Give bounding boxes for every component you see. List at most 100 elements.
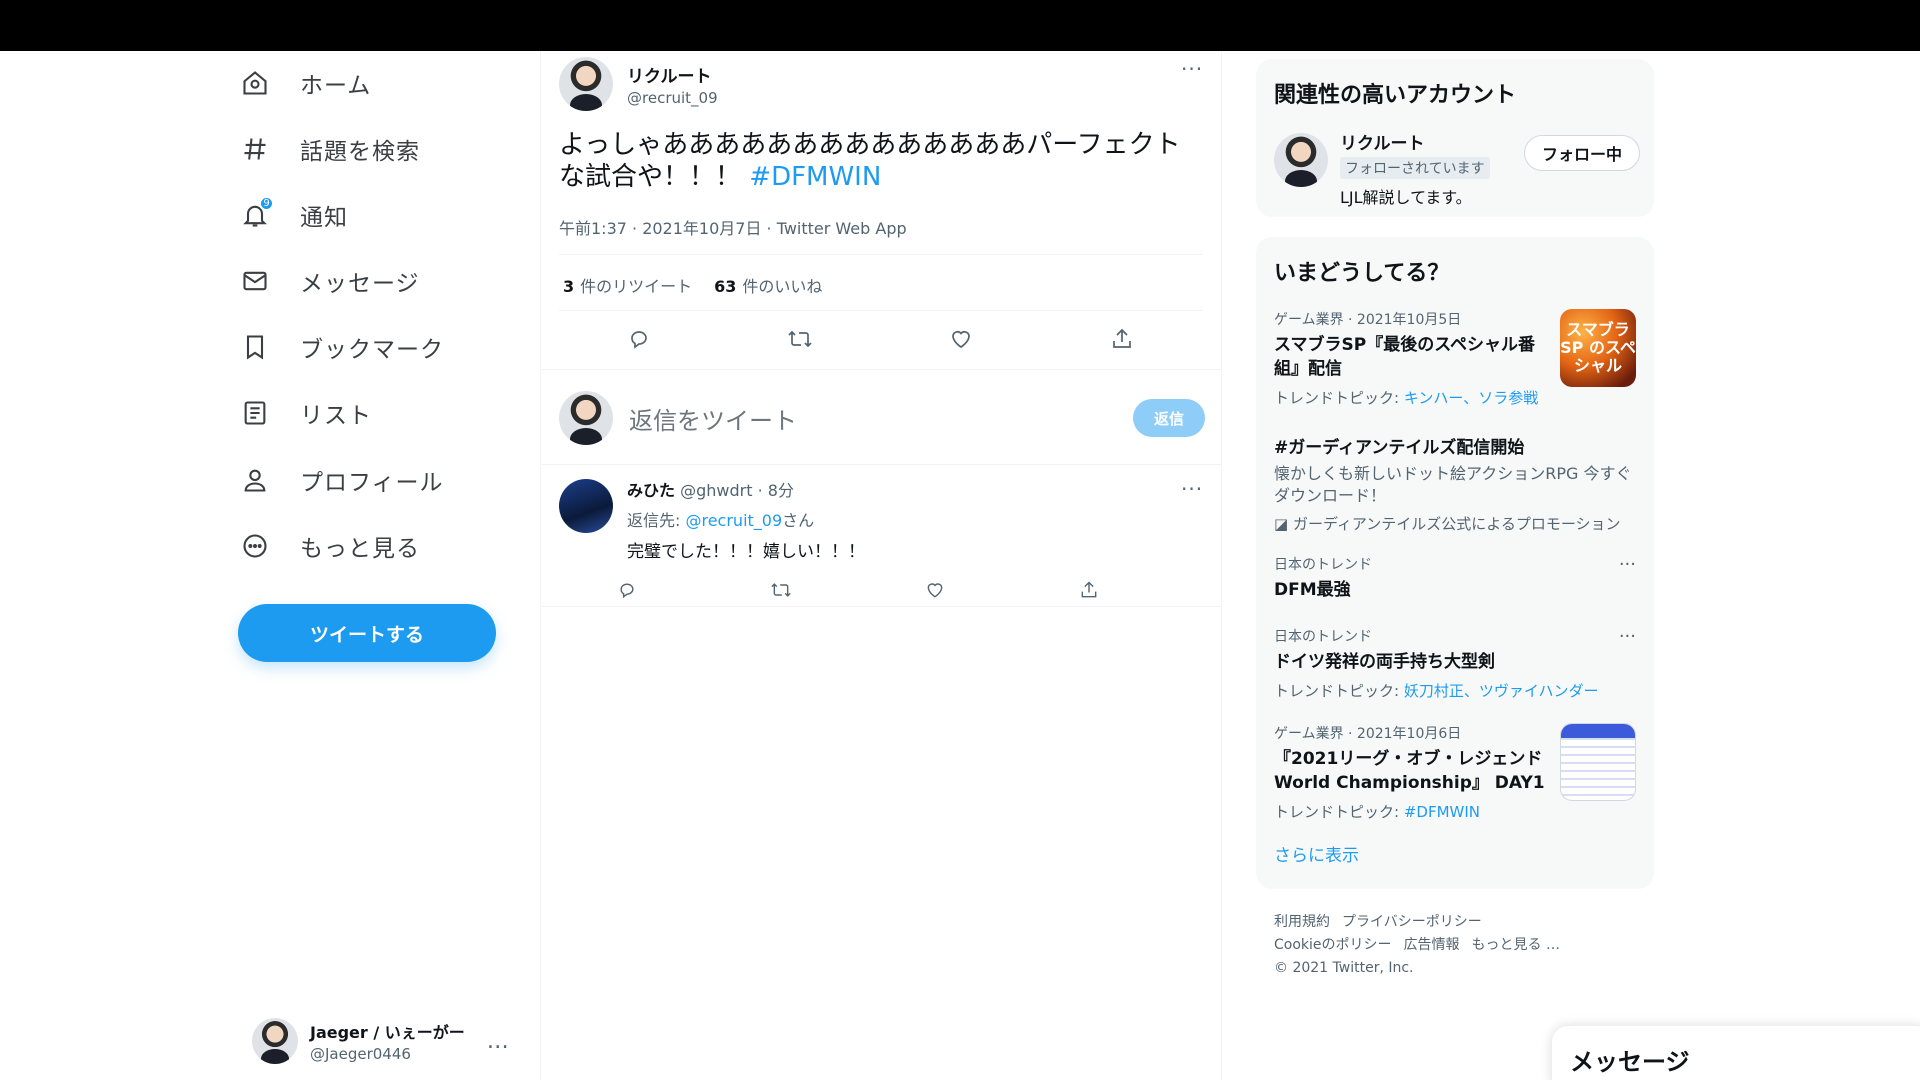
related-accounts-card: 関連性の高いアカウント リクルート フォローされています LJL解説してます。 … xyxy=(1256,59,1654,217)
reply-input[interactable]: 返信をツイート xyxy=(629,401,797,436)
avatar[interactable] xyxy=(559,57,613,111)
trend-topic-links[interactable]: 妖刀村正、ツヴァイハンダー xyxy=(1404,682,1599,700)
promoted-label: ◪ ガーディアンテイルズ公式によるプロモーション xyxy=(1274,515,1621,533)
like-stat[interactable]: 63 件のいいね xyxy=(714,273,822,297)
footer-link[interactable]: Cookieのポリシー xyxy=(1274,937,1392,953)
nav-item-explore[interactable]: 話題を検索 xyxy=(238,124,420,174)
trend-thumbnail xyxy=(1560,723,1636,801)
footer-link[interactable]: 広告情報 xyxy=(1404,937,1460,953)
nav-label: リスト xyxy=(300,403,372,429)
notification-badge: 9 xyxy=(259,196,274,211)
trend-title: スマブラSP『最後のスペシャル番組』配信 xyxy=(1274,335,1536,379)
avatar[interactable] xyxy=(1274,133,1328,187)
author-handle[interactable]: @recruit_09 xyxy=(627,89,718,107)
nav-item-more[interactable]: もっと見る xyxy=(238,521,420,571)
nav-item-lists[interactable]: リスト xyxy=(238,388,372,438)
reply-author[interactable]: みひた @ghwdrt · 8分 xyxy=(627,477,1197,501)
reply-composer[interactable]: 返信をツイート 返信 xyxy=(559,384,1205,452)
tweet-text: よっしゃああああああああああああああパーフェクトな試合や！！！ #DFMWIN xyxy=(559,129,1199,193)
messages-drawer-title[interactable]: メッセージ xyxy=(1570,1042,1690,1077)
share-icon[interactable] xyxy=(1102,319,1142,359)
author-display-name[interactable]: リクルート xyxy=(627,62,718,87)
nav-label: 話題を検索 xyxy=(300,139,420,165)
reply-to-link[interactable]: @recruit_09 xyxy=(685,511,782,530)
reply-to: 返信先: @recruit_09さん xyxy=(627,511,815,530)
trend-item-promoted[interactable]: #ガーディアンテイルズ配信開始 懐かしくも新しいドット絵アクションRPG 今すぐ… xyxy=(1274,432,1636,534)
trend-item[interactable]: ゲーム業界 · 2021年10月6日 『2021リーグ・オブ・レジェンド Wor… xyxy=(1274,723,1636,822)
hashtag-link[interactable]: #DFMWIN xyxy=(749,162,881,192)
share-icon[interactable] xyxy=(1069,570,1109,610)
trend-topic-links[interactable]: キンハー、ソラ参戦 xyxy=(1404,389,1538,407)
card-title: 関連性の高いアカウント xyxy=(1274,83,1517,108)
browser-top-bar xyxy=(0,0,1920,51)
nav-item-bookmarks[interactable]: ブックマーク xyxy=(238,322,444,372)
trend-category: 日本のトレンド xyxy=(1274,557,1372,573)
nav-item-profile[interactable]: プロフィール xyxy=(238,455,444,505)
reply-icon[interactable] xyxy=(607,570,647,610)
related-bio: LJL解説してます。 xyxy=(1340,188,1472,207)
trend-topic: トレンドトピック: キンハー、ソラ参戦 xyxy=(1274,389,1539,407)
account-switcher[interactable]: Jaeger / いぇーがー @Jaeger0446 … xyxy=(252,1011,512,1071)
reply-button[interactable]: 返信 xyxy=(1133,399,1205,437)
card-title: いまどうしてる？ xyxy=(1274,261,1450,286)
trend-title: ドイツ発祥の両手持ち大型剣 xyxy=(1274,652,1495,672)
reply-more-icon[interactable]: ··· xyxy=(1181,477,1203,501)
footer-link[interactable]: もっと見る … xyxy=(1472,937,1560,953)
reply-icon[interactable] xyxy=(619,319,659,359)
more-circle-icon xyxy=(238,529,272,563)
nav-item-notifications[interactable]: 9 通知 xyxy=(238,190,348,240)
more-icon[interactable]: … xyxy=(487,1029,509,1054)
tweet-actions xyxy=(541,319,1223,369)
trend-title: 『2021リーグ・オブ・レジェンド World Championship』 DA… xyxy=(1274,749,1545,793)
trend-more-icon[interactable]: ··· xyxy=(1619,554,1636,575)
account-display-name: Jaeger / いぇーがー xyxy=(310,1023,465,1042)
related-display-name[interactable]: リクルート xyxy=(1340,129,1490,154)
retweet-stat[interactable]: 3 件のリツイート xyxy=(563,273,692,297)
avatar xyxy=(559,391,613,445)
divider xyxy=(559,254,1203,255)
divider xyxy=(541,369,1221,370)
trend-item[interactable]: ゲーム業界 · 2021年10月5日 スマブラSP『最後のスペシャル番組』配信 … xyxy=(1274,309,1636,408)
user-icon xyxy=(238,463,272,497)
tweet-detail-column: リクルート @recruit_09 ··· よっしゃああああああああああああああ… xyxy=(540,51,1222,1080)
follows-you-badge: フォローされています xyxy=(1340,157,1490,179)
like-icon[interactable] xyxy=(941,319,981,359)
footer-link[interactable]: 利用規約 xyxy=(1274,914,1330,930)
nav-item-messages[interactable]: メッセージ xyxy=(238,256,420,306)
related-account[interactable]: リクルート フォローされています LJL解説してます。 フォロー中 xyxy=(1274,129,1640,209)
retweet-icon[interactable] xyxy=(780,319,820,359)
reply-display-name[interactable]: みひた xyxy=(627,481,675,500)
reply-tweet[interactable]: みひた @ghwdrt · 8分 返信先: @recruit_09さん 完璧でし… xyxy=(559,477,1205,599)
trend-more-icon[interactable]: ··· xyxy=(1619,626,1636,647)
divider xyxy=(541,606,1221,607)
tweet-meta[interactable]: 午前1:37 · 2021年10月7日 · Twitter Web App xyxy=(559,215,907,239)
retweet-icon[interactable] xyxy=(761,570,801,610)
trend-category: 日本のトレンド xyxy=(1274,629,1372,645)
nav-label: ホーム xyxy=(300,73,372,99)
promoted-icon: ◪ xyxy=(1274,515,1293,533)
list-icon xyxy=(238,396,272,430)
tweet-more-icon[interactable]: ··· xyxy=(1181,57,1203,81)
bookmark-icon xyxy=(238,330,272,364)
divider xyxy=(559,310,1203,311)
home-icon xyxy=(238,66,272,100)
tweet-button[interactable]: ツイートする xyxy=(238,604,496,662)
footer-links: 利用規約 プライバシーポリシー Cookieのポリシー 広告情報 もっと見る … © … xyxy=(1274,911,1634,980)
like-icon[interactable] xyxy=(915,570,955,610)
trend-topic: トレンドトピック: 妖刀村正、ツヴァイハンダー xyxy=(1274,682,1599,700)
trend-topic-links[interactable]: #DFMWIN xyxy=(1404,803,1480,821)
trend-item[interactable]: 日本のトレンド ドイツ発祥の両手持ち大型剣 トレンドトピック: 妖刀村正、ツヴァ… xyxy=(1274,626,1636,701)
footer-link[interactable]: プライバシーポリシー xyxy=(1342,914,1482,930)
show-more-link[interactable]: さらに表示 xyxy=(1274,841,1359,866)
messages-drawer[interactable]: メッセージ xyxy=(1552,1026,1920,1080)
sidebar-nav: ホーム 話題を検索 9 通知 メッセージ ブックマーク リスト プロフィール も… xyxy=(238,51,528,1080)
trend-item[interactable]: 日本のトレンド DFM最強 ··· xyxy=(1274,554,1636,602)
nav-label: メッセージ xyxy=(300,271,420,297)
trend-description: 懐かしくも新しいドット絵アクションRPG 今すぐダウンロード！ xyxy=(1274,464,1632,505)
avatar[interactable] xyxy=(559,479,613,533)
nav-item-home[interactable]: ホーム xyxy=(238,58,371,108)
tweet-author[interactable]: リクルート @recruit_09 xyxy=(559,57,718,111)
following-button[interactable]: フォロー中 xyxy=(1524,135,1640,171)
mail-icon xyxy=(238,264,272,298)
trend-topic: トレンドトピック: #DFMWIN xyxy=(1274,803,1480,821)
